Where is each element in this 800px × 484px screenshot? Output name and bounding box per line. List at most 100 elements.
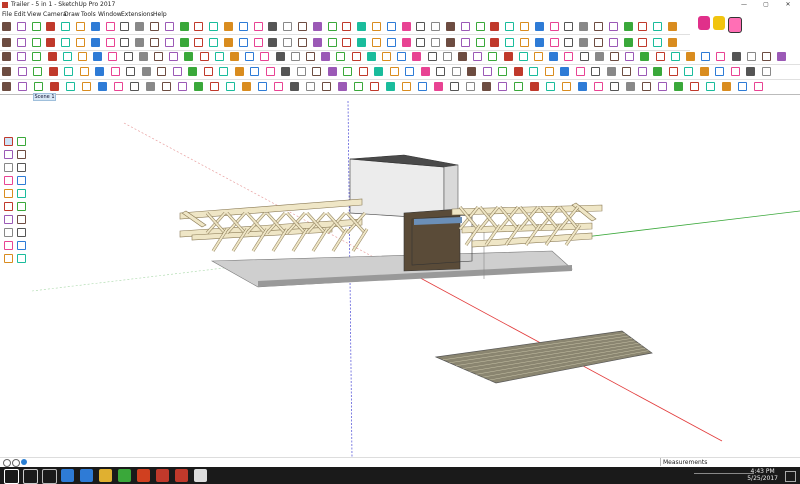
walk-icon[interactable] [4,254,13,263]
select-icon[interactable] [4,137,13,146]
office-icon[interactable] [137,469,150,482]
tb2-tool-icon-10[interactable] [150,38,159,47]
tb5-tool-icon-6[interactable] [98,82,107,91]
tb3-tool-icon-19[interactable] [290,52,300,61]
tb5-tool-icon-15[interactable] [242,82,251,91]
tb1-tool-icon-25[interactable] [372,22,381,31]
tb3-tool-icon-6[interactable] [93,52,103,61]
tb5-tool-icon-1[interactable] [18,82,27,91]
menu-window[interactable]: Window [98,10,122,19]
tb2-tool-icon-22[interactable] [327,38,337,47]
tb4-tool-icon-10[interactable] [157,67,166,76]
tb5-tool-icon-8[interactable] [130,82,139,91]
tb2-tool-icon-45[interactable] [668,38,677,47]
eraser-icon[interactable] [17,137,26,146]
obs-icon[interactable] [194,469,207,482]
orbit-icon[interactable] [17,228,26,237]
tb1-tool-icon-19[interactable] [283,22,293,31]
tb1-tool-icon-26[interactable] [386,22,396,31]
tb4-tool-icon-11[interactable] [172,67,182,76]
tb4-tool-icon-44[interactable] [684,67,693,76]
tb2-tool-icon-3[interactable] [46,38,56,47]
model-viewport[interactable] [32,101,800,457]
tb2-tool-icon-11[interactable] [164,38,174,47]
tb5-tool-icon-41[interactable] [658,82,667,91]
sketchup-icon[interactable] [175,469,188,482]
tb3-tool-icon-45[interactable] [686,52,695,61]
tb2-tool-icon-8[interactable] [120,38,130,47]
tb4-tool-icon-24[interactable] [374,67,383,76]
tb4-tool-icon-25[interactable] [389,67,399,76]
tb3-tool-icon-26[interactable] [397,52,407,61]
tb4-tool-icon-40[interactable] [622,67,631,76]
tb4-tool-icon-34[interactable] [529,67,538,76]
move-icon[interactable] [17,189,26,198]
search-icon[interactable] [23,469,38,484]
task-view-icon[interactable] [42,469,57,484]
tb4-tool-icon-46[interactable] [715,67,724,76]
tb1-tool-icon-37[interactable] [549,22,559,31]
tb2-tool-icon-41[interactable] [608,38,618,47]
tb5-tool-icon-35[interactable] [562,82,571,91]
tb1-tool-icon-32[interactable] [475,22,485,31]
tb2-tool-icon-34[interactable] [505,38,515,47]
tb3-tool-icon-49[interactable] [746,52,756,61]
tb3-tool-icon-42[interactable] [640,52,650,61]
tb2-tool-icon-9[interactable] [135,38,145,47]
tb5-tool-icon-14[interactable] [226,82,235,91]
tb1-tool-icon-20[interactable] [298,22,307,31]
tb3-tool-icon-4[interactable] [62,52,72,61]
tb3-tool-icon-20[interactable] [306,52,315,61]
menu-extensions[interactable]: Extensions [121,10,154,19]
tb3-tool-icon-28[interactable] [427,52,437,61]
tb5-tool-icon-38[interactable] [610,82,619,91]
tb1-tool-icon-41[interactable] [608,22,618,31]
tb1-tool-icon-15[interactable] [224,22,233,31]
tb3-tool-icon-34[interactable] [518,52,528,61]
tb1-tool-icon-44[interactable] [653,22,663,31]
tb3-tool-icon-9[interactable] [138,52,148,61]
tb4-tool-icon-28[interactable] [436,67,445,76]
tb3-tool-icon-33[interactable] [503,52,513,61]
scene-tab[interactable]: Scene 1 [33,93,56,101]
tb4-tool-icon-29[interactable] [451,67,461,76]
tb1-tool-icon-34[interactable] [505,22,515,31]
tb3-tool-icon-40[interactable] [610,52,619,61]
tb3-tool-icon-41[interactable] [625,52,635,61]
measurements-box[interactable]: Measurements [660,458,783,466]
taskbar-clock[interactable]: 4:43 PM 5/25/2017 [747,468,778,482]
tb3-tool-icon-43[interactable] [655,52,665,61]
tb2-tool-icon-14[interactable] [209,38,219,47]
geo-location-icon[interactable] [3,459,11,467]
tb5-tool-icon-42[interactable] [674,82,683,91]
tb2-tool-icon-18[interactable] [268,38,278,47]
tb4-tool-icon-30[interactable] [467,67,476,76]
menu-file[interactable]: File [2,10,12,19]
tb5-tool-icon-47[interactable] [754,82,763,91]
tb5-tool-icon-34[interactable] [546,82,555,91]
paint-bucket-icon[interactable] [4,150,13,159]
tb1-tool-icon-42[interactable] [623,22,633,31]
tb3-tool-icon-38[interactable] [579,52,589,61]
tb2-tool-icon-7[interactable] [105,38,115,47]
tb2-tool-icon-31[interactable] [460,38,470,47]
text-icon[interactable] [4,228,13,237]
tb2-tool-icon-35[interactable] [520,38,529,47]
tb2-tool-icon-25[interactable] [372,38,381,47]
tb5-tool-icon-33[interactable] [530,82,539,91]
tb2-tool-icon-44[interactable] [653,38,663,47]
tb5-tool-icon-20[interactable] [322,82,331,91]
tb4-tool-icon-21[interactable] [327,67,337,76]
tb2-tool-icon-42[interactable] [623,38,633,47]
tb5-tool-icon-44[interactable] [706,82,715,91]
ruby-console-icon[interactable] [713,16,725,30]
tb5-tool-icon-11[interactable] [178,82,187,91]
section-icon[interactable] [17,254,26,263]
tb3-tool-icon-15[interactable] [230,52,239,61]
tb4-tool-icon-37[interactable] [575,67,585,76]
tb1-tool-icon-10[interactable] [150,22,159,31]
tb4-tool-icon-15[interactable] [234,67,244,76]
tb1-tool-icon-2[interactable] [31,22,41,31]
freehand-icon[interactable] [4,163,13,172]
tb4-tool-icon-4[interactable] [64,67,73,76]
